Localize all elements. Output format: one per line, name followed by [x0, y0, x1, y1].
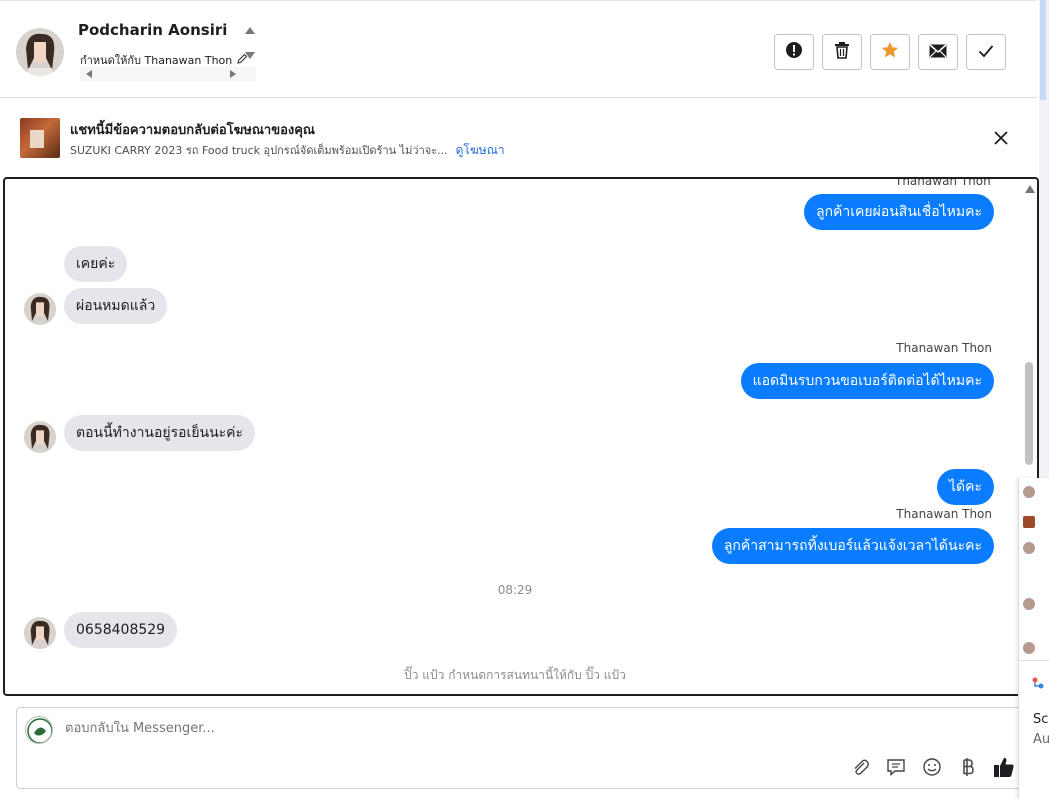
- side-popup-title: Scr: [1033, 712, 1049, 727]
- outgoing-message[interactable]: ได้คะ: [936, 469, 994, 505]
- scrollbar-thumb[interactable]: [1040, 0, 1046, 100]
- side-list-item[interactable]: [1023, 598, 1049, 614]
- outgoing-message[interactable]: แอดมินรบกวนขอเบอร์ติดต่อได้ไหมคะ: [740, 363, 994, 399]
- close-icon[interactable]: [992, 129, 1010, 147]
- side-widget-panel: Scr Au: [1018, 478, 1049, 799]
- conversation-actions: [774, 34, 1006, 70]
- message-thread[interactable]: Thanawan Thon ลูกค้าเคยผ่อนสินเชื่อไหมคะ…: [3, 177, 1039, 696]
- incoming-message[interactable]: ผ่อนหมดแล้ว: [64, 288, 168, 324]
- sender-name: Thanawan Thon: [896, 341, 992, 355]
- customer-name: Podcharin Aonsiri: [78, 21, 228, 39]
- emoji-icon[interactable]: [921, 756, 943, 778]
- side-list-item[interactable]: [1023, 516, 1049, 532]
- done-button[interactable]: [966, 34, 1006, 70]
- exclamation-icon: [785, 41, 803, 63]
- scroll-up-arrow-icon[interactable]: [1025, 185, 1035, 193]
- delete-button[interactable]: [822, 34, 862, 70]
- page-avatar: [25, 716, 53, 744]
- outgoing-message[interactable]: ลูกค้าสามารถทิ้งเบอร์แล้วแจ้งเวลาได้นะคะ: [711, 528, 994, 564]
- paperclip-icon[interactable]: [849, 756, 871, 778]
- customer-avatar-small[interactable]: [24, 421, 56, 453]
- time-divider: 08:29: [497, 583, 533, 597]
- envelope-icon: [929, 43, 947, 62]
- star-button[interactable]: [870, 34, 910, 70]
- scroll-right-arrow-icon[interactable]: [230, 70, 236, 78]
- assignment-note: ปิ๊ว แป้ว กำหนดการสนทนานี้ให้กับ ปิ๊ว แป…: [404, 668, 626, 682]
- horizontal-scrollbar[interactable]: [80, 67, 256, 81]
- side-popup-subtitle: Au: [1033, 732, 1049, 747]
- view-ad-link[interactable]: ดูโฆษณา: [456, 141, 505, 160]
- check-icon: [978, 43, 994, 62]
- page-scrollbar[interactable]: [1039, 0, 1049, 478]
- ad-banner-subtitle: SUZUKI CARRY 2023 รถ Food truck อุปกรณ์จ…: [70, 144, 448, 157]
- outgoing-message[interactable]: ลูกค้าเคยผ่อนสินเชื่อไหมคะ: [803, 194, 994, 230]
- composer-tools: [849, 756, 1015, 778]
- conversation-header: Podcharin Aonsiri กำหนดให้กับ Thanawan T…: [0, 0, 1037, 98]
- side-list-item[interactable]: [1023, 486, 1049, 502]
- scroll-up-arrow-icon[interactable]: [245, 27, 255, 34]
- reply-input[interactable]: [65, 721, 665, 736]
- side-list-item[interactable]: [1023, 542, 1049, 558]
- side-list-item[interactable]: [1023, 642, 1049, 658]
- baht-icon[interactable]: [957, 756, 979, 778]
- incoming-message[interactable]: ตอนนี้ทำงานอยู่รอเย็นนะค่ะ: [64, 415, 256, 451]
- side-popup: [1019, 660, 1049, 799]
- customer-avatar[interactable]: [16, 28, 64, 76]
- sender-name: Thanawan Thon: [896, 507, 992, 521]
- customer-avatar-small[interactable]: [24, 617, 56, 649]
- app-icon[interactable]: [1031, 675, 1045, 689]
- unread-button[interactable]: [918, 34, 958, 70]
- thumbs-up-icon[interactable]: [993, 756, 1015, 778]
- spam-button[interactable]: [774, 34, 814, 70]
- star-icon: [881, 41, 899, 63]
- scroll-down-arrow-icon[interactable]: [245, 52, 255, 59]
- ad-banner-subtitle-row: SUZUKI CARRY 2023 รถ Food truck อุปกรณ์จ…: [70, 141, 505, 160]
- incoming-message[interactable]: 0658408529: [64, 612, 178, 648]
- saved-reply-icon[interactable]: [885, 756, 907, 778]
- customer-avatar-small[interactable]: [24, 293, 56, 325]
- scroll-left-arrow-icon[interactable]: [86, 70, 92, 78]
- ad-reply-banner: แชทนี้มีข้อความตอบกลับต่อโฆษณาของคุณ SUZ…: [0, 99, 1037, 177]
- incoming-message[interactable]: เคยค่ะ: [64, 246, 128, 282]
- sender-name: Thanawan Thon: [895, 177, 991, 188]
- trash-icon: [834, 41, 850, 63]
- reply-composer: [16, 707, 1037, 789]
- scrollbar-thumb[interactable]: [1025, 362, 1033, 465]
- messenger-inbox: Podcharin Aonsiri กำหนดให้กับ Thanawan T…: [0, 0, 1049, 799]
- ad-thumbnail[interactable]: [20, 118, 60, 158]
- ad-banner-title: แชทนี้มีข้อความตอบกลับต่อโฆษณาของคุณ: [70, 123, 315, 138]
